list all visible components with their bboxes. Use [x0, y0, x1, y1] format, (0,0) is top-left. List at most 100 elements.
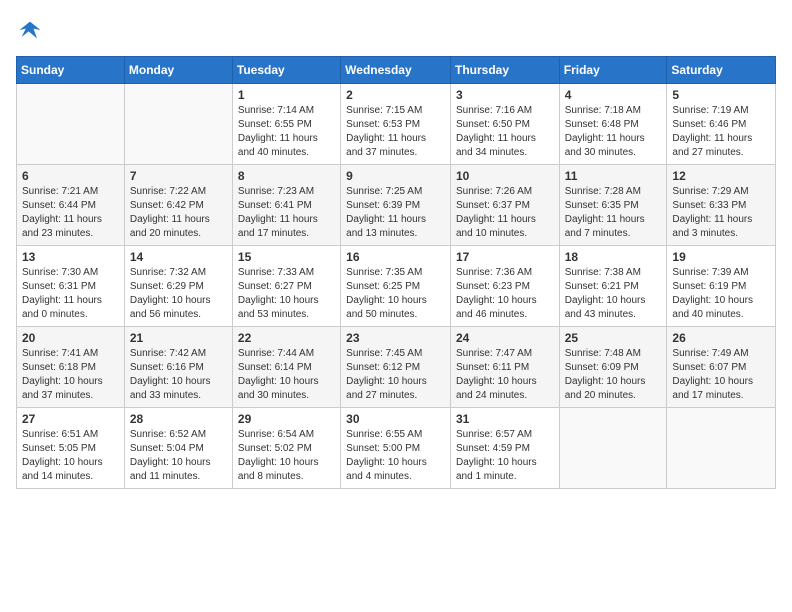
calendar-cell: 4 Sunrise: 7:18 AM Sunset: 6:48 PM Daylig…	[559, 84, 667, 165]
day-number: 29	[238, 412, 335, 426]
calendar-table: SundayMondayTuesdayWednesdayThursdayFrid…	[16, 56, 776, 489]
day-number: 15	[238, 250, 335, 264]
calendar-cell: 6 Sunrise: 7:21 AM Sunset: 6:44 PM Daylig…	[17, 165, 125, 246]
day-number: 4	[565, 88, 662, 102]
calendar-cell: 8 Sunrise: 7:23 AM Sunset: 6:41 PM Daylig…	[232, 165, 340, 246]
calendar-cell: 7 Sunrise: 7:22 AM Sunset: 6:42 PM Daylig…	[124, 165, 232, 246]
calendar-cell: 13 Sunrise: 7:30 AM Sunset: 6:31 PM Dayli…	[17, 246, 125, 327]
day-number: 12	[672, 169, 770, 183]
day-number: 1	[238, 88, 335, 102]
calendar-cell: 20Sunrise: 7:41 AM Sunset: 6:18 PM Dayli…	[17, 327, 125, 408]
day-info: Sunrise: 7:16 AM Sunset: 6:50 PM Dayligh…	[456, 104, 554, 160]
calendar-cell: 11 Sunrise: 7:28 AM Sunset: 6:35 PM Dayli…	[559, 165, 667, 246]
day-info: Sunrise: 7:22 AM Sunset: 6:42 PM Dayligh…	[130, 185, 227, 241]
calendar-cell: 26Sunrise: 7:49 AM Sunset: 6:07 PM Dayli…	[667, 327, 776, 408]
day-number: 2	[346, 88, 445, 102]
calendar-cell: 15 Sunrise: 7:33 AM Sunset: 6:27 PM Dayli…	[232, 246, 340, 327]
day-number: 25	[565, 331, 662, 345]
day-info: Sunrise: 7:42 AM Sunset: 6:16 PM Dayligh…	[130, 347, 227, 403]
day-info: Sunrise: 7:36 AM Sunset: 6:23 PM Dayligh…	[456, 266, 554, 322]
day-info: Sunrise: 7:26 AM Sunset: 6:37 PM Dayligh…	[456, 185, 554, 241]
calendar-header-row: SundayMondayTuesdayWednesdayThursdayFrid…	[17, 57, 776, 84]
day-info: Sunrise: 7:47 AM Sunset: 6:11 PM Dayligh…	[456, 347, 554, 403]
calendar-cell: 19 Sunrise: 7:39 AM Sunset: 6:19 PM Dayli…	[667, 246, 776, 327]
day-number: 26	[672, 331, 770, 345]
calendar-week-row: 20Sunrise: 7:41 AM Sunset: 6:18 PM Dayli…	[17, 327, 776, 408]
calendar-cell: 29Sunrise: 6:54 AM Sunset: 5:02 PM Dayli…	[232, 408, 340, 489]
day-number: 11	[565, 169, 662, 183]
calendar-cell: 25 Sunrise: 7:48 AM Sunset: 6:09 PM Dayli…	[559, 327, 667, 408]
calendar-cell: 27Sunrise: 6:51 AM Sunset: 5:05 PM Dayli…	[17, 408, 125, 489]
column-header-monday: Monday	[124, 57, 232, 84]
day-number: 6	[22, 169, 119, 183]
day-number: 23	[346, 331, 445, 345]
day-info: Sunrise: 7:15 AM Sunset: 6:53 PM Dayligh…	[346, 104, 445, 160]
calendar-cell: 22 Sunrise: 7:44 AM Sunset: 6:14 PM Dayli…	[232, 327, 340, 408]
day-number: 19	[672, 250, 770, 264]
day-info: Sunrise: 7:48 AM Sunset: 6:09 PM Dayligh…	[565, 347, 662, 403]
calendar-cell: 16 Sunrise: 7:35 AM Sunset: 6:25 PM Dayli…	[341, 246, 451, 327]
column-header-thursday: Thursday	[450, 57, 559, 84]
day-number: 18	[565, 250, 662, 264]
day-info: Sunrise: 6:57 AM Sunset: 4:59 PM Dayligh…	[456, 428, 554, 484]
day-number: 28	[130, 412, 227, 426]
calendar-cell: 24 Sunrise: 7:47 AM Sunset: 6:11 PM Dayli…	[450, 327, 559, 408]
day-number: 14	[130, 250, 227, 264]
day-number: 7	[130, 169, 227, 183]
calendar-cell	[667, 408, 776, 489]
column-header-sunday: Sunday	[17, 57, 125, 84]
day-info: Sunrise: 7:19 AM Sunset: 6:46 PM Dayligh…	[672, 104, 770, 160]
day-number: 24	[456, 331, 554, 345]
day-number: 9	[346, 169, 445, 183]
day-number: 13	[22, 250, 119, 264]
day-number: 16	[346, 250, 445, 264]
day-info: Sunrise: 7:44 AM Sunset: 6:14 PM Dayligh…	[238, 347, 335, 403]
day-info: Sunrise: 7:30 AM Sunset: 6:31 PM Dayligh…	[22, 266, 119, 322]
calendar-cell: 28 Sunrise: 6:52 AM Sunset: 5:04 PM Dayli…	[124, 408, 232, 489]
calendar-cell: 30 Sunrise: 6:55 AM Sunset: 5:00 PM Dayli…	[341, 408, 451, 489]
day-info: Sunrise: 7:18 AM Sunset: 6:48 PM Dayligh…	[565, 104, 662, 160]
day-number: 30	[346, 412, 445, 426]
day-info: Sunrise: 6:51 AM Sunset: 5:05 PM Dayligh…	[22, 428, 119, 484]
day-info: Sunrise: 7:45 AM Sunset: 6:12 PM Dayligh…	[346, 347, 445, 403]
day-info: Sunrise: 7:21 AM Sunset: 6:44 PM Dayligh…	[22, 185, 119, 241]
calendar-cell: 9 Sunrise: 7:25 AM Sunset: 6:39 PM Daylig…	[341, 165, 451, 246]
day-number: 22	[238, 331, 335, 345]
calendar-cell: 1 Sunrise: 7:14 AM Sunset: 6:55 PM Daylig…	[232, 84, 340, 165]
column-header-tuesday: Tuesday	[232, 57, 340, 84]
calendar-cell: 12Sunrise: 7:29 AM Sunset: 6:33 PM Dayli…	[667, 165, 776, 246]
calendar-week-row: 6 Sunrise: 7:21 AM Sunset: 6:44 PM Daylig…	[17, 165, 776, 246]
day-info: Sunrise: 7:25 AM Sunset: 6:39 PM Dayligh…	[346, 185, 445, 241]
column-header-saturday: Saturday	[667, 57, 776, 84]
day-info: Sunrise: 7:28 AM Sunset: 6:35 PM Dayligh…	[565, 185, 662, 241]
day-info: Sunrise: 6:52 AM Sunset: 5:04 PM Dayligh…	[130, 428, 227, 484]
calendar-cell: 10 Sunrise: 7:26 AM Sunset: 6:37 PM Dayli…	[450, 165, 559, 246]
day-info: Sunrise: 6:55 AM Sunset: 5:00 PM Dayligh…	[346, 428, 445, 484]
logo	[16, 16, 48, 44]
calendar-cell: 5 Sunrise: 7:19 AM Sunset: 6:46 PM Daylig…	[667, 84, 776, 165]
calendar-week-row: 27Sunrise: 6:51 AM Sunset: 5:05 PM Dayli…	[17, 408, 776, 489]
day-info: Sunrise: 7:14 AM Sunset: 6:55 PM Dayligh…	[238, 104, 335, 160]
day-info: Sunrise: 7:33 AM Sunset: 6:27 PM Dayligh…	[238, 266, 335, 322]
day-info: Sunrise: 7:23 AM Sunset: 6:41 PM Dayligh…	[238, 185, 335, 241]
calendar-cell: 23 Sunrise: 7:45 AM Sunset: 6:12 PM Dayli…	[341, 327, 451, 408]
calendar-cell: 2 Sunrise: 7:15 AM Sunset: 6:53 PM Daylig…	[341, 84, 451, 165]
day-info: Sunrise: 7:35 AM Sunset: 6:25 PM Dayligh…	[346, 266, 445, 322]
day-info: Sunrise: 7:32 AM Sunset: 6:29 PM Dayligh…	[130, 266, 227, 322]
calendar-cell: 21 Sunrise: 7:42 AM Sunset: 6:16 PM Dayli…	[124, 327, 232, 408]
column-header-friday: Friday	[559, 57, 667, 84]
logo-icon	[16, 16, 44, 44]
column-header-wednesday: Wednesday	[341, 57, 451, 84]
day-number: 5	[672, 88, 770, 102]
day-number: 10	[456, 169, 554, 183]
calendar-cell	[559, 408, 667, 489]
calendar-week-row: 1 Sunrise: 7:14 AM Sunset: 6:55 PM Daylig…	[17, 84, 776, 165]
day-number: 21	[130, 331, 227, 345]
calendar-cell	[124, 84, 232, 165]
day-number: 8	[238, 169, 335, 183]
day-info: Sunrise: 7:39 AM Sunset: 6:19 PM Dayligh…	[672, 266, 770, 322]
calendar-cell: 14 Sunrise: 7:32 AM Sunset: 6:29 PM Dayli…	[124, 246, 232, 327]
calendar-cell: 18Sunrise: 7:38 AM Sunset: 6:21 PM Dayli…	[559, 246, 667, 327]
calendar-cell: 31 Sunrise: 6:57 AM Sunset: 4:59 PM Dayli…	[450, 408, 559, 489]
day-number: 31	[456, 412, 554, 426]
